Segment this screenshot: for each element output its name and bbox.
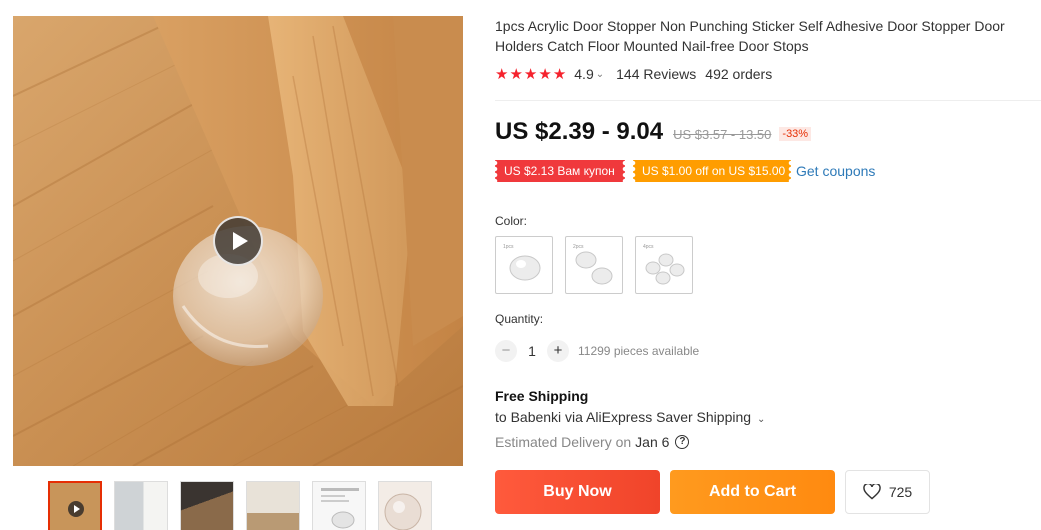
divider: [495, 100, 1041, 101]
store-coupon[interactable]: US $2.13 Вам купон: [495, 160, 625, 182]
rating-value[interactable]: 4.9: [574, 66, 593, 82]
product-info: 1pcs Acrylic Door Stopper Non Punching S…: [495, 16, 1041, 514]
color-options: 1pcs 2pcs 4pcs: [495, 236, 693, 294]
svg-text:1pcs: 1pcs: [503, 244, 514, 250]
thumbnail-3[interactable]: [180, 481, 234, 530]
coupon-row: US $2.13 Вам купон US $1.00 off on US $1…: [495, 160, 875, 182]
estimated-delivery: Estimated Delivery on Jan 6 ?: [495, 434, 690, 450]
wishlist-count: 725: [888, 484, 913, 500]
color-option-1pcs[interactable]: 1pcs: [495, 236, 553, 294]
star-icon: ★: [552, 65, 567, 83]
quantity-increase-button[interactable]: +: [547, 340, 569, 362]
orders-count: 492 orders: [705, 66, 773, 82]
shipping-destination-text: to Babenki via AliExpress Saver Shipping: [495, 409, 752, 425]
stopper-4pcs-image: 4pcs: [643, 244, 685, 285]
star-icon: ★: [538, 65, 552, 83]
add-to-cart-button[interactable]: Add to Cart: [670, 470, 835, 514]
thumbnail-2[interactable]: [114, 481, 168, 530]
quantity-label: Quantity:: [495, 312, 544, 326]
heart-icon: [863, 484, 881, 500]
quantity-stepper: − 1 + 11299 pieces available: [495, 340, 699, 362]
wishlist-button[interactable]: 725: [845, 470, 930, 514]
quantity-decrease-button[interactable]: −: [495, 340, 517, 362]
thumbnail-strip: [48, 481, 432, 530]
price-row: US $2.39 - 9.04 US $3.57 - 13.50 -33%: [495, 118, 812, 146]
chevron-down-icon[interactable]: ⌄: [596, 69, 604, 80]
star-icon: ★: [523, 65, 538, 83]
question-circle-icon[interactable]: ?: [675, 435, 690, 449]
thumbnail-4[interactable]: [246, 481, 300, 530]
shipping-title: Free Shipping: [495, 388, 589, 404]
current-price: US $2.39 - 9.04: [495, 118, 664, 145]
stopper-closeup-image: [384, 493, 422, 530]
play-video-button[interactable]: [213, 216, 263, 266]
star-icon: ★: [495, 65, 509, 83]
action-buttons: Buy Now Add to Cart 725: [495, 470, 930, 514]
star-icon: ★: [509, 65, 523, 83]
delivery-label: Estimated Delivery on: [495, 434, 632, 450]
product-title: 1pcs Acrylic Door Stopper Non Punching S…: [495, 18, 1005, 54]
stopper-2pcs-image: 2pcs: [573, 244, 613, 285]
svg-text:4pcs: 4pcs: [643, 244, 654, 250]
buy-now-button[interactable]: Buy Now: [495, 470, 660, 514]
thumbnail-6[interactable]: [378, 481, 432, 530]
color-option-2pcs[interactable]: 2pcs: [565, 236, 623, 294]
original-price: US $3.57 - 13.50: [673, 127, 772, 142]
thumbnail-5[interactable]: [312, 481, 366, 530]
quantity-input[interactable]: 1: [517, 343, 547, 359]
svg-text:2pcs: 2pcs: [573, 244, 584, 250]
coupon-text: US $2.13 Вам купон: [504, 164, 615, 178]
stopper-1pcs-image: 1pcs: [503, 244, 541, 281]
shipping-destination[interactable]: to Babenki via AliExpress Saver Shipping…: [495, 409, 765, 425]
coupon-text: US $1.00 off on US $15.00: [642, 164, 786, 178]
rating-row: ★ ★ ★ ★ ★ 4.9 ⌄ 144 Reviews 492 orders: [495, 66, 772, 82]
star-rating: ★ ★ ★ ★ ★: [495, 67, 566, 82]
main-product-image[interactable]: [13, 16, 463, 466]
get-coupons-link[interactable]: Get coupons: [796, 163, 875, 179]
play-icon: [68, 501, 84, 517]
reviews-link[interactable]: 144 Reviews: [616, 66, 696, 82]
stock-available: 11299 pieces available: [578, 344, 700, 358]
delivery-date: Jan 6: [635, 434, 670, 450]
discount-coupon[interactable]: US $1.00 off on US $15.00: [633, 160, 791, 182]
color-label: Color:: [495, 214, 528, 228]
chevron-down-icon: ⌄: [756, 414, 766, 425]
spec-chart-image: [321, 488, 359, 529]
thumbnail-video[interactable]: [48, 481, 102, 530]
color-option-4pcs[interactable]: 4pcs: [635, 236, 693, 294]
discount-badge: -33%: [779, 127, 812, 141]
